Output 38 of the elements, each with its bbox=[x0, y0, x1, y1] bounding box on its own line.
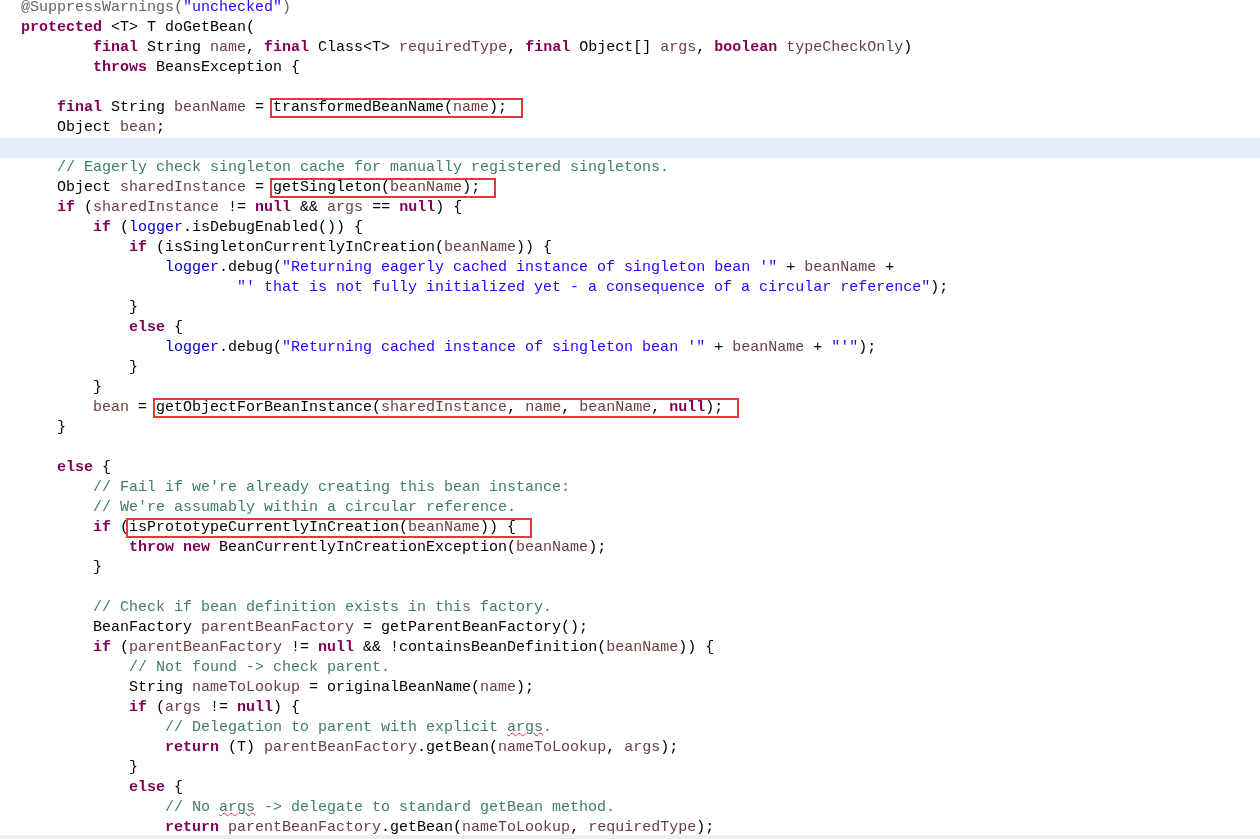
code-line: // Check if bean definition exists in this factory. bbox=[92, 598, 554, 618]
code-line: // We're assumably within a circular reference. bbox=[92, 498, 518, 518]
code-line: // Delegation to parent with explicit args. bbox=[164, 718, 554, 738]
code-line: else { bbox=[56, 458, 113, 478]
code-line: if (logger.isDebugEnabled()) { bbox=[92, 218, 365, 238]
code-line: throws BeansException { bbox=[92, 58, 302, 78]
code-line: bean = getObjectForBeanInstance(sharedInstance, name, beanName, null); bbox=[0, 398, 1260, 418]
code-line: Object bean; bbox=[56, 118, 167, 138]
code-line: final String beanName = transformedBeanName(name); bbox=[0, 98, 1260, 118]
code-line: // Fail if we're already creating this bean instance: bbox=[92, 478, 572, 498]
code-line: BeanFactory parentBeanFactory = getParentBeanFactory(); bbox=[92, 618, 590, 638]
code-line: protected <T> T doGetBean( bbox=[20, 18, 257, 38]
code-line: } bbox=[128, 758, 140, 778]
code-line: "' that is not fully initialized yet - a consequence of a circular reference"); bbox=[236, 278, 950, 298]
code-line: if (args != null) { bbox=[128, 698, 302, 718]
code-line: // No args -> delegate to standard getBean method. bbox=[164, 798, 617, 818]
code-line: throw new BeanCurrentlyInCreationException(beanName); bbox=[128, 538, 608, 558]
code-line: // Eagerly check singleton cache for manually registered singletons. bbox=[56, 158, 671, 178]
code-line: else { bbox=[128, 318, 185, 338]
code-line: if (parentBeanFactory != null && !containsBeanDefinition(beanName)) { bbox=[92, 638, 716, 658]
code-line: return (T) parentBeanFactory.getBean(nameToLookup, args); bbox=[164, 738, 680, 758]
code-line: Object sharedInstance = getSingleton(beanName); bbox=[0, 178, 1260, 198]
code-line: // Not found -> check parent. bbox=[128, 658, 392, 678]
code-line: } bbox=[92, 378, 103, 398]
code-line: if (sharedInstance != null && args == null) { bbox=[56, 198, 464, 218]
code-line: else { bbox=[128, 778, 185, 798]
code-line: @SuppressWarnings("unchecked") bbox=[20, 0, 293, 18]
code-line: return parentBeanFactory.getBean(nameToLookup, requiredType); bbox=[164, 818, 716, 835]
code-line: if (isPrototypeCurrentlyInCreation(beanName)) { bbox=[0, 518, 1260, 538]
code-line: if (isSingletonCurrentlyInCreation(beanName)) { bbox=[128, 238, 554, 258]
code-line: String nameToLookup = originalBeanName(name); bbox=[128, 678, 536, 698]
code-line: logger.debug("Returning eagerly cached instance of singleton bean '" + beanName + bbox=[164, 258, 896, 278]
code-line: logger.debug("Returning cached instance of singleton bean '" + beanName + "'"); bbox=[164, 338, 878, 358]
code-line: } bbox=[56, 418, 67, 438]
code-line: } bbox=[128, 358, 140, 378]
code-line: final String name, final Class<T> requiredType, final Object[] args, boolean typeCheckOnly) bbox=[92, 38, 914, 58]
code-line: } bbox=[92, 558, 103, 578]
code-line: } bbox=[128, 298, 140, 318]
